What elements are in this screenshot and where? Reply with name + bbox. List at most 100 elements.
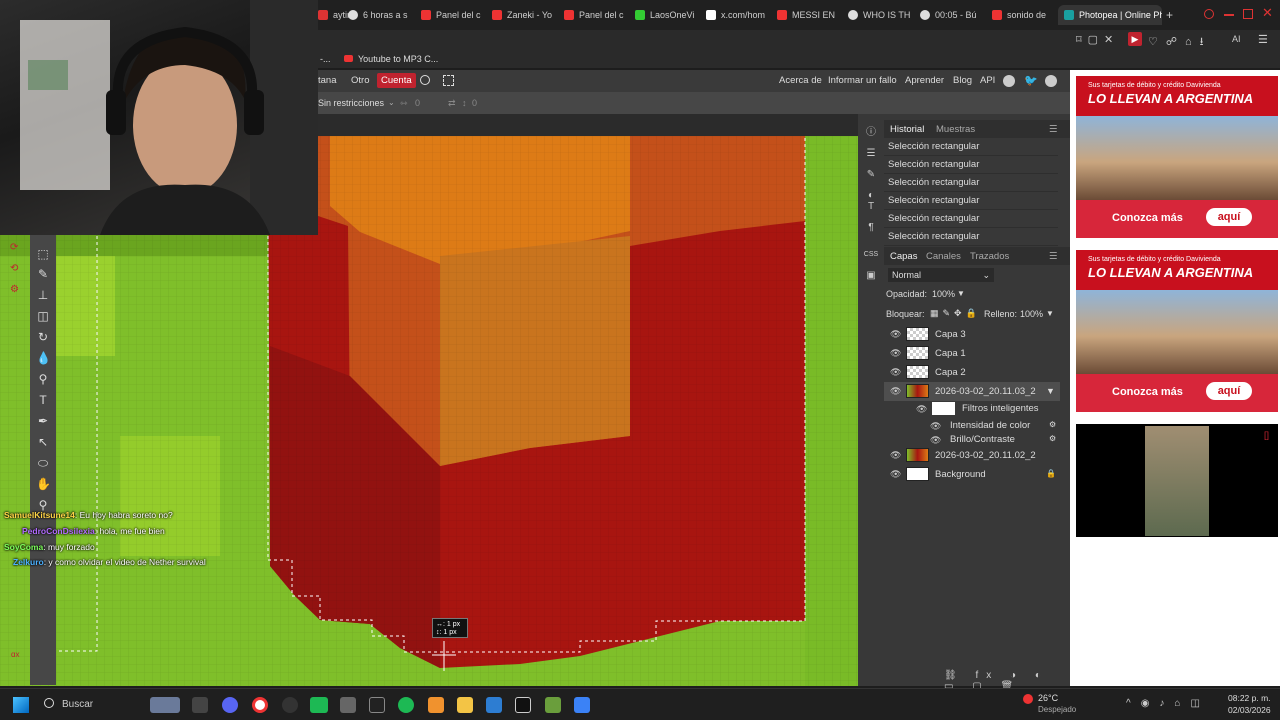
close-icon[interactable]: ✕: [1262, 5, 1273, 21]
facebook-icon[interactable]: [1045, 75, 1057, 87]
browser-tab[interactable]: Panel del c: [421, 5, 481, 25]
hand-icon[interactable]: ✋: [36, 477, 51, 491]
spotify-icon[interactable]: [398, 697, 414, 713]
search-icon[interactable]: [420, 75, 430, 85]
panel-menu-icon[interactable]: ☰: [1049, 124, 1058, 135]
layer-row[interactable]: 👁 Capa 1: [884, 344, 1060, 363]
fullscreen-icon[interactable]: [443, 75, 454, 86]
path-select-icon[interactable]: ↖: [36, 435, 50, 449]
app-active-icon[interactable]: [310, 697, 328, 713]
rotate-icon[interactable]: ↻: [36, 330, 50, 344]
eye-icon[interactable]: 👁: [890, 450, 901, 460]
video-ad[interactable]: []: [1076, 424, 1278, 537]
link-blog[interactable]: Blog: [953, 75, 972, 86]
discord-icon[interactable]: [222, 697, 238, 713]
browser-tab[interactable]: MESSI EN: [777, 5, 837, 25]
panel-menu-icon[interactable]: ☰: [1049, 251, 1058, 262]
clock-date[interactable]: 02/03/2026: [1228, 705, 1271, 715]
browser-tab[interactable]: sonido de: [992, 5, 1052, 25]
ellipse-icon[interactable]: ⬭: [36, 456, 50, 470]
ad-cta-button[interactable]: aquí: [1206, 208, 1252, 226]
selection-tool-icon[interactable]: ⬚: [36, 247, 50, 261]
eye-icon[interactable]: 👁: [890, 386, 901, 396]
layer-row[interactable]: 👁 Capa 2: [884, 363, 1060, 382]
browser-tab[interactable]: LaosOneVi: [635, 5, 695, 25]
menu-icon[interactable]: ☰: [1258, 33, 1268, 46]
opera-icon[interactable]: [252, 697, 268, 713]
tab-channels[interactable]: Canales: [926, 251, 961, 262]
browser-tab-active[interactable]: Photopea | Online Ph: [1058, 5, 1162, 25]
history-entry[interactable]: Selección rectangular: [884, 174, 1058, 192]
tab-layers[interactable]: Capas: [890, 251, 917, 262]
link-about[interactable]: Acerca de: [779, 75, 822, 86]
layer-row[interactable]: 👁 Background 🔒: [884, 465, 1060, 484]
search-icon[interactable]: [44, 698, 54, 708]
taskbar-search[interactable]: Buscar: [62, 699, 93, 710]
fill-input[interactable]: 100%: [1020, 309, 1043, 319]
info-icon[interactable]: ⓘ: [863, 126, 879, 140]
eye-icon[interactable]: 👁: [930, 421, 941, 431]
eye-icon[interactable]: 👁: [890, 348, 901, 358]
ad-banner[interactable]: Sus tarjetas de débito y crédito Davivie…: [1076, 76, 1278, 238]
new-tab-button[interactable]: +: [1166, 8, 1173, 22]
app-icon[interactable]: [486, 697, 502, 713]
history-entry[interactable]: Selección rectangular: [884, 156, 1058, 174]
link-report-bug[interactable]: Informar un fallo: [828, 75, 897, 86]
history-entry[interactable]: Selección rectangular: [884, 192, 1058, 210]
weather-temp[interactable]: 26°C: [1038, 693, 1058, 703]
browser-tab[interactable]: 6 horas a s: [348, 5, 410, 25]
lock-icons[interactable]: ▦✎✥🔒: [930, 308, 981, 319]
dropdown-arrow-icon[interactable]: ▼: [957, 289, 965, 298]
history-entry[interactable]: Selección rectangular: [884, 210, 1058, 228]
image-icon[interactable]: ▣: [863, 269, 879, 283]
capcut-icon[interactable]: [515, 697, 531, 713]
layer-row[interactable]: 👁 2026-03-02_20.11.02_2: [884, 446, 1060, 465]
dodge-icon[interactable]: ⚲: [36, 372, 50, 386]
menu-window[interactable]: tana: [318, 75, 337, 86]
blend-mode-select[interactable]: Normal ⌄: [888, 268, 994, 282]
minecraft-icon[interactable]: [545, 697, 561, 713]
filter-options-icon[interactable]: ⚙: [1049, 420, 1056, 429]
width-input[interactable]: 0: [415, 98, 420, 108]
sliders-icon[interactable]: ☰: [863, 147, 879, 161]
pen-icon[interactable]: ✒: [36, 414, 50, 428]
bookmark-youtube-mp3[interactable]: Youtube to MP3 C...: [358, 54, 438, 64]
start-icon[interactable]: [13, 697, 29, 713]
clock-time[interactable]: 08:22 p. m.: [1228, 693, 1271, 703]
swap-icon[interactable]: ⇄: [448, 98, 456, 109]
dropdown-arrow-icon[interactable]: ▼: [1046, 309, 1054, 318]
eraser-icon[interactable]: ◫: [36, 309, 50, 323]
link-learn[interactable]: Aprender: [905, 75, 944, 86]
ad-cta-button[interactable]: aquí: [1206, 382, 1252, 400]
browser-tab[interactable]: aytin: [318, 5, 352, 25]
tray-icons[interactable]: ^◉♪⌂◫: [1126, 698, 1210, 709]
history-entry[interactable]: Selección rectangular: [884, 228, 1058, 246]
file-explorer-icon[interactable]: [457, 697, 473, 713]
paragraph-icon[interactable]: ¶: [863, 221, 879, 235]
drop-icon[interactable]: 💧: [36, 351, 51, 365]
reddit-icon[interactable]: [1003, 75, 1015, 87]
ai-icon[interactable]: AI: [1232, 34, 1241, 44]
tab-history[interactable]: Historial: [890, 124, 924, 135]
layer-row-selected[interactable]: 👁 2026-03-02_20.11.03_2 ▼: [884, 382, 1060, 401]
tab-paths[interactable]: Trazados: [970, 251, 1009, 262]
ad-banner[interactable]: Sus tarjetas de débito y crédito Davivie…: [1076, 250, 1278, 412]
bookmark-item[interactable]: -...: [320, 54, 331, 64]
widget-icon[interactable]: [150, 697, 180, 713]
text-icon[interactable]: T: [863, 200, 879, 214]
maximize-icon[interactable]: [1243, 9, 1253, 19]
height-input[interactable]: 0: [472, 98, 477, 108]
account-button[interactable]: Cuenta: [377, 73, 416, 88]
eye-icon[interactable]: 👁: [930, 435, 941, 445]
search-icon[interactable]: [1204, 9, 1214, 19]
taskview-icon[interactable]: [192, 697, 208, 713]
opacity-input[interactable]: 100%: [932, 289, 955, 299]
menu-other[interactable]: Otro: [351, 75, 369, 86]
tab-swatches[interactable]: Muestras: [936, 124, 975, 135]
minimize-icon[interactable]: [1224, 14, 1234, 16]
browser-tab[interactable]: Panel del c: [564, 5, 624, 25]
browser-tab[interactable]: x.com/hom: [706, 5, 766, 25]
browser-tab[interactable]: 00:05 - Bú: [920, 5, 980, 25]
css-icon[interactable]: CSS: [863, 248, 879, 262]
extension-icons[interactable]: ⌑▢✕: [1076, 33, 1119, 46]
